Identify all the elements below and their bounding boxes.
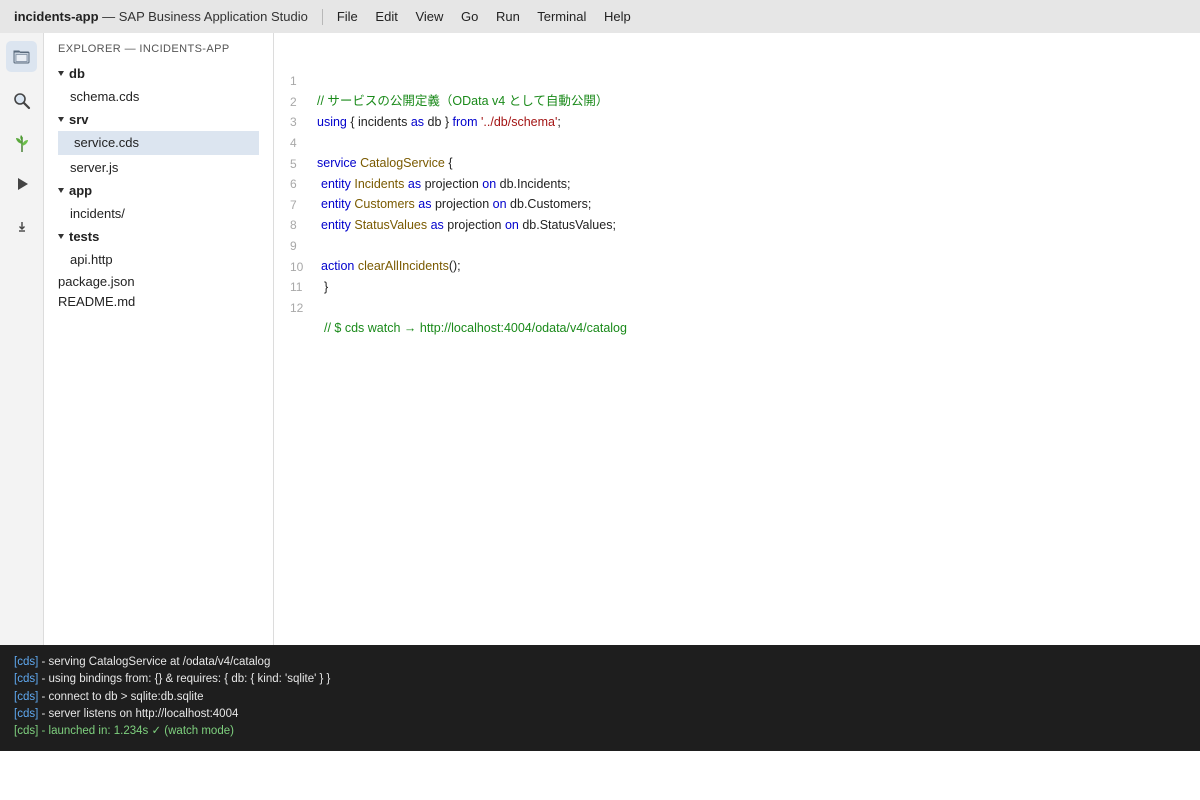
tree-label: service.cds <box>74 135 140 150</box>
tree-label: api.http <box>70 252 113 267</box>
line-number: 12 <box>290 301 304 315</box>
app-name: incidents-app <box>14 9 99 24</box>
code-text: } <box>324 280 329 294</box>
chevron-down-icon <box>58 188 64 194</box>
cds-tag: [cds] <box>14 725 39 737</box>
chevron-down-icon <box>58 234 64 240</box>
cds-tag: [cds] <box>14 673 39 685</box>
code-line: 8 <box>274 195 297 232</box>
terminal-panel[interactable]: [cds] - serving CatalogService at /odata… <box>0 645 1200 751</box>
code-text: entity StatusValues as projection on db.… <box>321 218 616 232</box>
code-line: 11 <box>274 257 302 294</box>
tree-folder-tests[interactable]: tests <box>58 226 99 248</box>
title-separator <box>321 8 323 25</box>
code-text: using { incidents as db } from '../db/sc… <box>317 115 561 129</box>
code-line: 10 } <box>274 237 328 294</box>
line-number: 4 <box>290 136 297 150</box>
download-icon[interactable] <box>6 210 37 241</box>
tree-label: package.json <box>58 274 135 289</box>
code-line: 4 service CatalogService { <box>274 113 453 170</box>
tree-file-readme-md[interactable]: README.md <box>58 291 135 313</box>
code-text: entity Customers as projection on db.Cus… <box>321 197 592 211</box>
tree-label: db <box>69 66 85 81</box>
line-number: 11 <box>290 280 303 294</box>
tree-file-schema-cds[interactable]: schema.cds <box>70 86 139 108</box>
code-line: 2 using { incidents as db } from '../db/… <box>274 72 561 129</box>
code-text: service CatalogService { <box>317 156 453 170</box>
code-line: 7 entity StatusValues as projection on d… <box>274 175 616 232</box>
code-text: action clearAllIncidents(); <box>321 259 461 273</box>
code-line: 3 <box>274 92 297 129</box>
menu-view[interactable]: View <box>415 9 443 24</box>
code-line: 5 entity Incidents as projection on db.I… <box>274 134 571 191</box>
code-line: 9 action clearAllIncidents(); <box>274 216 461 273</box>
activity-bar <box>0 33 44 645</box>
terminal-line: [cds] - server listens on http://localho… <box>14 708 239 720</box>
terminal-line-success: [cds] - launched in: 1.234s ✓ (watch mod… <box>14 725 234 737</box>
cds-tag: [cds] <box>14 691 39 703</box>
menu-bar: File Edit View Go Run Terminal Help <box>337 9 645 24</box>
tree-file-service-cds[interactable]: service.cds <box>58 131 259 155</box>
code-line: 1 // サービスの公開定義（OData v4 として自動公開） <box>274 51 608 108</box>
cds-tag: [cds] <box>14 656 39 668</box>
line-number: 3 <box>290 115 297 129</box>
code-line: 12 // $ cds watch → http://localhost:400… <box>274 278 627 335</box>
chevron-down-icon <box>58 71 64 77</box>
menu-help[interactable]: Help <box>604 9 631 24</box>
search-icon[interactable] <box>6 85 37 116</box>
tree-folder-db[interactable]: db <box>58 63 85 85</box>
code-editor[interactable]: 1 // サービスの公開定義（OData v4 として自動公開） 2 using… <box>274 33 1200 645</box>
explorer-panel: EXPLORER — INCIDENTS-APP db schema.cds s… <box>44 33 274 645</box>
tree-folder-srv[interactable]: srv <box>58 109 89 131</box>
tree-label: app <box>69 183 93 198</box>
source-control-icon[interactable] <box>6 128 37 159</box>
tree-folder-app[interactable]: app <box>58 180 92 202</box>
explorer-icon[interactable] <box>6 41 37 72</box>
line-number: 6 <box>290 177 297 191</box>
menu-edit[interactable]: Edit <box>375 9 397 24</box>
code-line: 6 entity Customers as projection on db.C… <box>274 154 591 211</box>
tree-label: schema.cds <box>70 89 140 104</box>
tree-label: incidents/ <box>70 206 125 221</box>
chevron-down-icon <box>58 117 64 123</box>
terminal-line: [cds] - connect to db > sqlite:db.sqlite <box>14 691 204 703</box>
menu-file[interactable]: File <box>337 9 358 24</box>
code-comment: // $ cds watch → http://localhost:4004/o… <box>324 321 627 335</box>
line-number: 1 <box>290 74 297 88</box>
line-number: 9 <box>290 239 297 253</box>
tree-file-api-http[interactable]: api.http <box>70 249 113 271</box>
cds-tag: [cds] <box>14 708 39 720</box>
tree-folder-incidents[interactable]: incidents/ <box>70 203 125 225</box>
terminal-line: [cds] - serving CatalogService at /odata… <box>14 656 271 668</box>
line-number: 5 <box>290 157 297 171</box>
run-icon[interactable] <box>6 168 37 199</box>
tree-file-package-json[interactable]: package.json <box>58 271 135 293</box>
tree-label: tests <box>69 229 100 244</box>
app-suffix: — SAP Business Application Studio <box>98 9 308 24</box>
tree-file-server-js[interactable]: server.js <box>70 157 118 179</box>
code-comment: // サービスの公開定義（OData v4 として自動公開） <box>317 94 609 108</box>
tree-label: README.md <box>58 294 136 309</box>
line-number: 2 <box>290 95 297 109</box>
code-text: entity Incidents as projection on db.Inc… <box>321 177 571 191</box>
line-number: 8 <box>290 218 297 232</box>
terminal-line: [cds] - using bindings from: {} & requir… <box>14 673 331 685</box>
tree-label: srv <box>69 112 89 127</box>
window-title: incidents-app — SAP Business Application… <box>0 9 308 24</box>
title-bar: incidents-app — SAP Business Application… <box>0 0 1200 33</box>
menu-go[interactable]: Go <box>461 9 478 24</box>
line-number: 7 <box>290 198 297 212</box>
menu-run[interactable]: Run <box>496 9 520 24</box>
tree-label: server.js <box>70 160 119 175</box>
menu-terminal[interactable]: Terminal <box>537 9 586 24</box>
explorer-header: EXPLORER — INCIDENTS-APP <box>58 43 230 55</box>
line-number: 10 <box>290 260 304 274</box>
